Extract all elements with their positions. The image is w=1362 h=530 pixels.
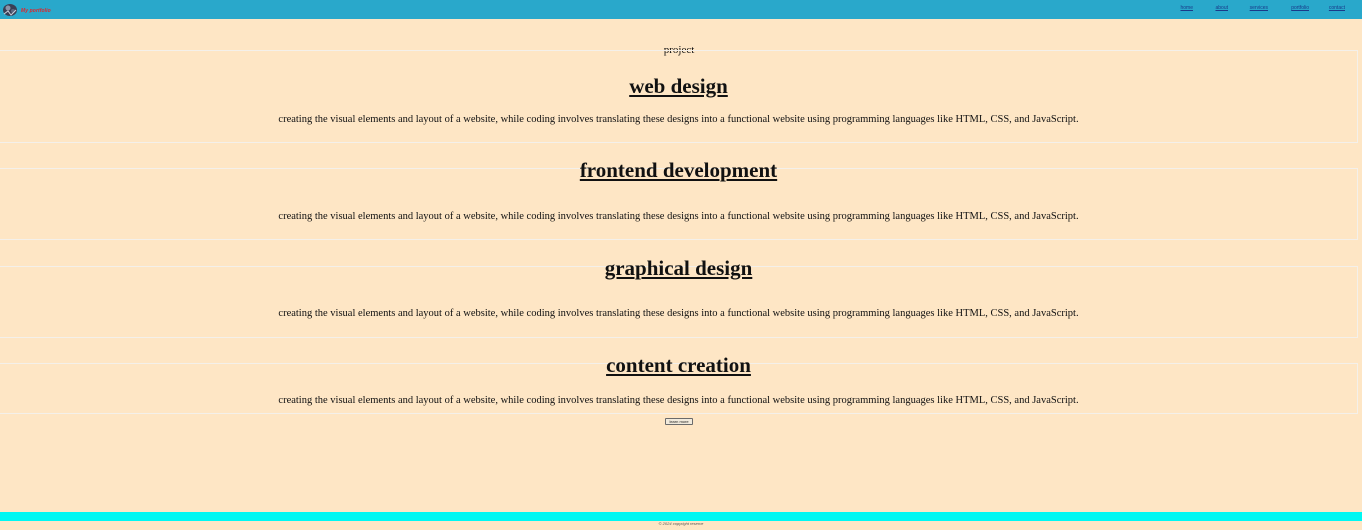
brand[interactable]: My portfolio: [2, 1, 51, 18]
section-title: web design: [629, 74, 728, 98]
copyright-text: © 2024 copyright reserve: [658, 521, 704, 526]
section-title: frontend development: [579, 158, 778, 182]
nav-link-home[interactable]: home: [1180, 5, 1193, 11]
nav-link-services[interactable]: services: [1250, 5, 1268, 11]
service-section-frontend-development: frontend development creating the visual…: [0, 158, 1358, 240]
brand-name: My portfolio: [21, 7, 51, 14]
section-text: creating the visual elements and layout …: [278, 395, 1079, 406]
nav-link-contact[interactable]: contact: [1329, 5, 1345, 11]
section-text: creating the visual elements and layout …: [278, 114, 1079, 125]
nav-link-portfolio[interactable]: portfolio: [1291, 5, 1309, 11]
top-bar: My portfolio home about services portfol…: [0, 0, 1362, 19]
section-title: graphical design: [604, 256, 753, 280]
learn-more-button[interactable]: learn more: [665, 418, 693, 425]
section-title: content creation: [606, 353, 751, 377]
service-section-web-design: web design creating the visual elements …: [0, 50, 1358, 143]
nav-link-about[interactable]: about: [1215, 5, 1228, 11]
service-section-graphical-design: graphical design creating the visual ele…: [0, 256, 1358, 338]
footer: © 2024 copyright reserve: [0, 512, 1362, 526]
service-section-content-creation: content creation creating the visual ele…: [0, 353, 1358, 414]
section-text: creating the visual elements and layout …: [278, 211, 1079, 222]
section-text: creating the visual elements and layout …: [278, 308, 1079, 319]
logo-icon: [3, 4, 17, 16]
